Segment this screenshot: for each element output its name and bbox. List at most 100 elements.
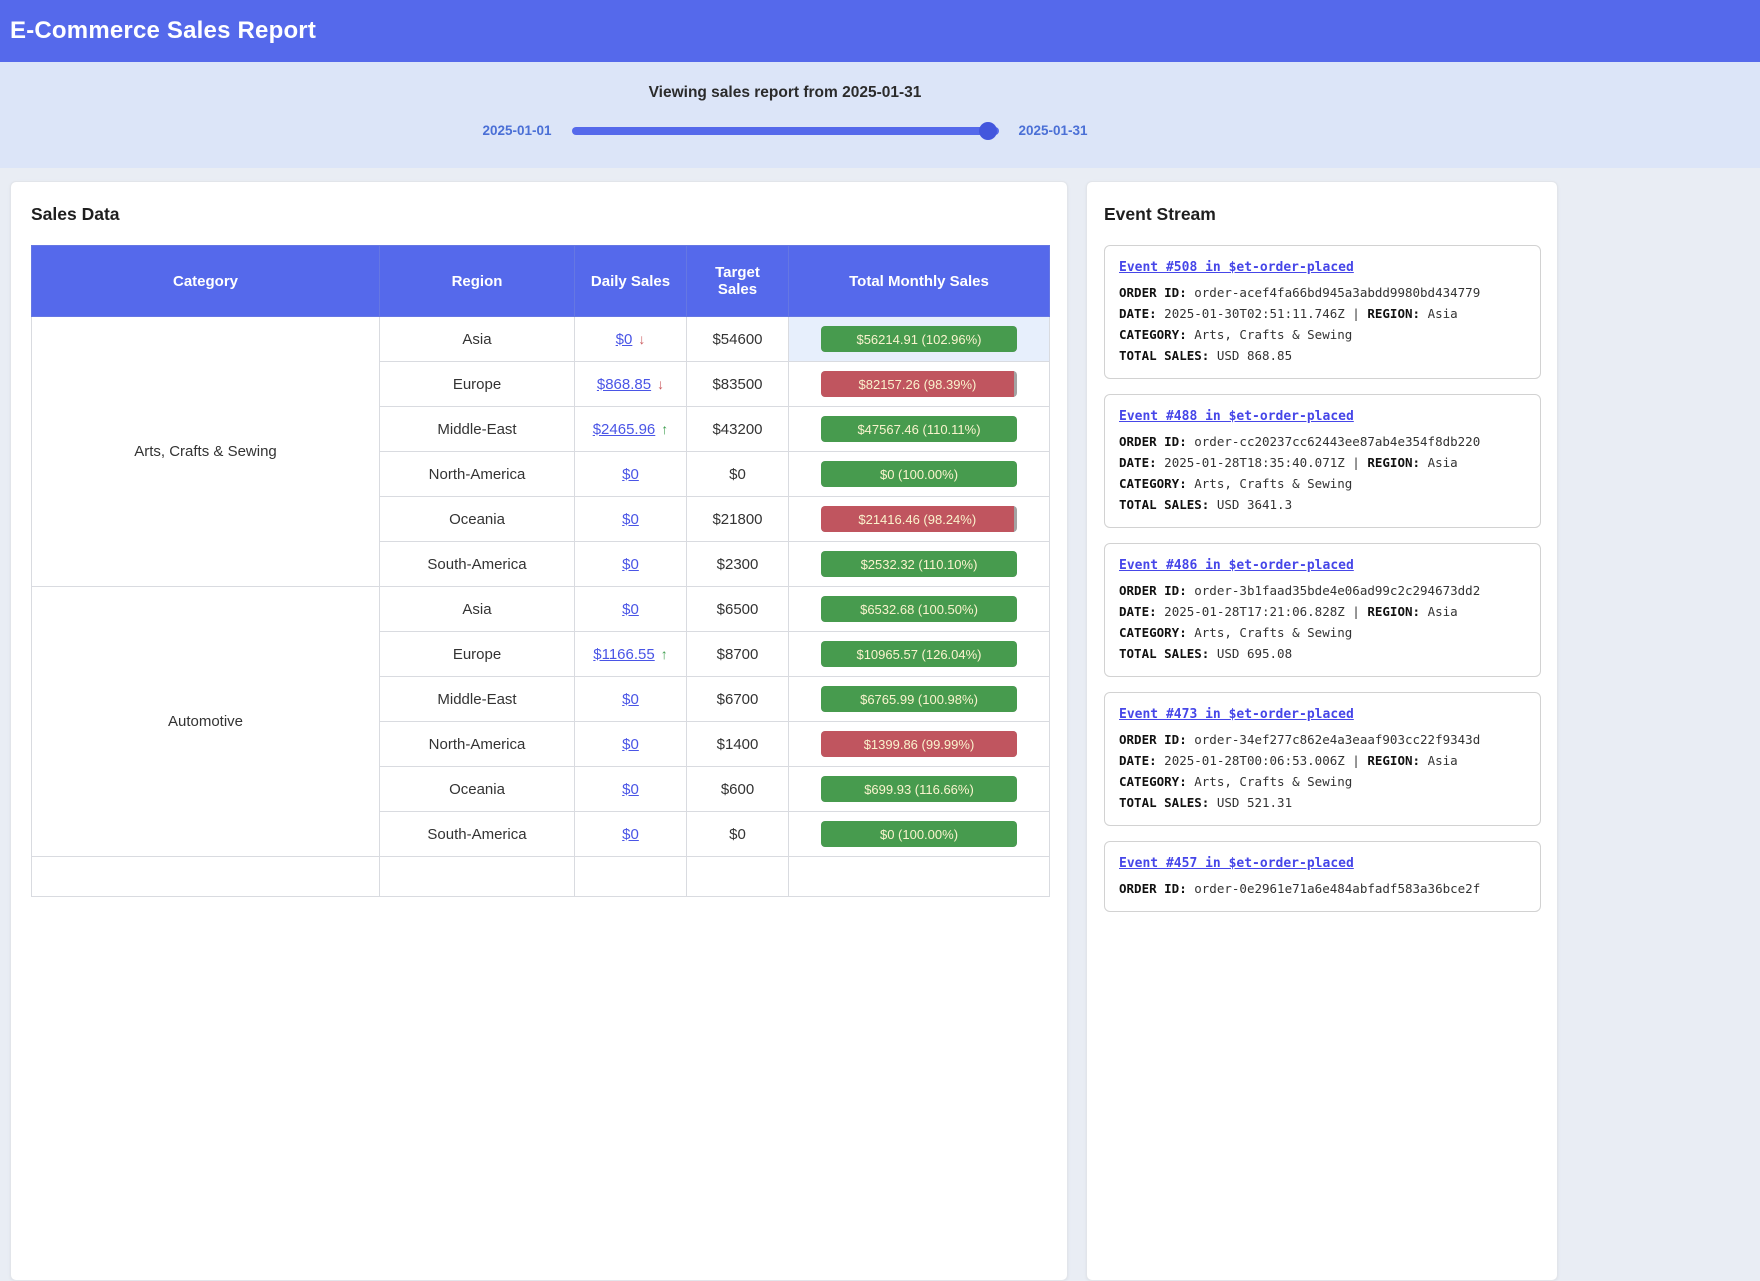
- target-sales-cell: $6700: [687, 677, 789, 722]
- region-cell: Middle-East: [380, 677, 575, 722]
- sales-progress-fill: $699.93 (116.66%): [821, 776, 1017, 802]
- slider-thumb[interactable]: [979, 122, 997, 140]
- event-card: Event #508 in $et-order-placedORDER ID: …: [1104, 245, 1541, 379]
- target-sales-cell: $54600: [687, 317, 789, 362]
- total-monthly-sales-cell: $1399.86 (99.99%): [789, 722, 1050, 767]
- daily-sales-cell: $2465.96↑: [575, 407, 687, 452]
- sales-progress-fill: $47567.46 (110.11%): [821, 416, 1017, 442]
- daily-sales-link[interactable]: $0: [622, 556, 639, 573]
- daily-sales-link[interactable]: $0: [622, 736, 639, 753]
- daily-sales-link[interactable]: $0: [622, 691, 639, 708]
- sales-progress-badge: $21416.46 (98.24%): [821, 506, 1017, 532]
- total-sales-label: TOTAL SALES:: [1119, 795, 1209, 810]
- event-total-sales-line: TOTAL SALES: USD 3641.3: [1119, 494, 1526, 515]
- date-slider[interactable]: [572, 127, 999, 135]
- sales-data-title: Sales Data: [31, 204, 1047, 225]
- event-link[interactable]: Event #508 in $et-order-placed: [1119, 260, 1354, 275]
- slider-max-label: 2025-01-31: [1019, 123, 1088, 138]
- daily-sales-cell: $0: [575, 722, 687, 767]
- order-id-label: ORDER ID:: [1119, 881, 1187, 896]
- event-total-sales-line: TOTAL SALES: USD 695.08: [1119, 643, 1526, 664]
- target-sales-cell: $83500: [687, 362, 789, 407]
- event-date-region-line: DATE: 2025-01-28T17:21:06.828Z | REGION:…: [1119, 601, 1526, 622]
- region-label: REGION:: [1367, 604, 1420, 619]
- event-stream-title: Event Stream: [1104, 204, 1541, 225]
- event-link[interactable]: Event #486 in $et-order-placed: [1119, 558, 1354, 573]
- region-cell: Middle-East: [380, 407, 575, 452]
- date-label: DATE:: [1119, 306, 1157, 321]
- total-monthly-sales-cell: $6532.68 (100.50%): [789, 587, 1050, 632]
- empty-cell: [789, 857, 1050, 897]
- target-sales-cell: $21800: [687, 497, 789, 542]
- app-header: E-Commerce Sales Report: [0, 0, 1760, 62]
- column-header-category: Category: [32, 246, 380, 317]
- category-label: CATEGORY:: [1119, 476, 1187, 491]
- daily-sales-link[interactable]: $0: [622, 601, 639, 618]
- sales-progress-fill: $10965.57 (126.04%): [821, 641, 1017, 667]
- region-label: REGION:: [1367, 306, 1420, 321]
- daily-sales-link[interactable]: $0: [622, 466, 639, 483]
- sales-progress-badge: $1399.86 (99.99%): [821, 731, 1017, 757]
- order-id-label: ORDER ID:: [1119, 732, 1187, 747]
- sales-progress-badge: $6765.99 (100.98%): [821, 686, 1017, 712]
- event-link[interactable]: Event #457 in $et-order-placed: [1119, 856, 1354, 871]
- slider-min-label: 2025-01-01: [482, 123, 551, 138]
- sales-progress-fill: $0 (100.00%): [821, 461, 1017, 487]
- viewing-report-heading: Viewing sales report from 2025-01-31: [0, 84, 1570, 102]
- sales-progress-fill: $0 (100.00%): [821, 821, 1017, 847]
- total-monthly-sales-cell: $699.93 (116.66%): [789, 767, 1050, 812]
- main-content: Sales Data Category Region Daily Sales T…: [0, 168, 1760, 1281]
- target-sales-cell: $6500: [687, 587, 789, 632]
- daily-sales-link[interactable]: $1166.55: [593, 646, 654, 663]
- event-card: Event #486 in $et-order-placed ORDER ID: …: [1104, 543, 1541, 677]
- event-order-id-line: ORDER ID: order-3b1faad35bde4e06ad99c2c2…: [1119, 580, 1526, 601]
- sales-progress-label: $82157.26 (98.39%): [859, 377, 977, 392]
- daily-sales-cell: $1166.55↑: [575, 632, 687, 677]
- sales-progress-label: $0 (100.00%): [880, 827, 958, 842]
- target-sales-cell: $43200: [687, 407, 789, 452]
- sales-progress-label: $56214.91 (102.96%): [856, 332, 981, 347]
- sales-progress-badge: $0 (100.00%): [821, 821, 1017, 847]
- total-monthly-sales-cell: $6765.99 (100.98%): [789, 677, 1050, 722]
- total-monthly-sales-cell: $82157.26 (98.39%): [789, 362, 1050, 407]
- event-order-id-line: ORDER ID: order-cc20237cc62443ee87ab4e35…: [1119, 431, 1526, 452]
- order-id-label: ORDER ID:: [1119, 434, 1187, 449]
- sales-progress-fill: $82157.26 (98.39%): [821, 371, 1014, 397]
- event-date-region-line: DATE: 2025-01-30T02:51:11.746Z | REGION:…: [1119, 303, 1526, 324]
- event-total-sales-line: TOTAL SALES: USD 521.31: [1119, 792, 1526, 813]
- event-category-line: CATEGORY: Arts, Crafts & Sewing: [1119, 622, 1526, 643]
- target-sales-cell: $0: [687, 452, 789, 497]
- target-sales-cell: $8700: [687, 632, 789, 677]
- region-cell: Europe: [380, 362, 575, 407]
- daily-sales-link[interactable]: $0: [616, 331, 633, 348]
- region-label: REGION:: [1367, 455, 1420, 470]
- daily-sales-link[interactable]: $2465.96: [593, 421, 656, 438]
- daily-sales-cell: $0: [575, 677, 687, 722]
- sales-progress-label: $6765.99 (100.98%): [860, 692, 978, 707]
- daily-sales-link[interactable]: $0: [622, 781, 639, 798]
- event-link[interactable]: Event #473 in $et-order-placed: [1119, 707, 1354, 722]
- empty-cell: [575, 857, 687, 897]
- target-sales-cell: $1400: [687, 722, 789, 767]
- daily-sales-link[interactable]: $0: [622, 826, 639, 843]
- event-category-line: CATEGORY: Arts, Crafts & Sewing: [1119, 771, 1526, 792]
- table-row: [32, 857, 1050, 897]
- daily-sales-cell: $0: [575, 452, 687, 497]
- sales-progress-badge: $2532.32 (110.10%): [821, 551, 1017, 577]
- sales-progress-label: $6532.68 (100.50%): [860, 602, 978, 617]
- event-link[interactable]: Event #488 in $et-order-placed: [1119, 409, 1354, 424]
- page-title: E-Commerce Sales Report: [10, 17, 316, 45]
- sales-progress-label: $21416.46 (98.24%): [858, 512, 976, 527]
- total-monthly-sales-cell: $21416.46 (98.24%): [789, 497, 1050, 542]
- event-card: Event #457 in $et-order-placedORDER ID: …: [1104, 841, 1541, 912]
- daily-sales-link[interactable]: $868.85: [597, 376, 651, 393]
- event-category-line: CATEGORY: Arts, Crafts & Sewing: [1119, 324, 1526, 345]
- date-label: DATE:: [1119, 753, 1157, 768]
- event-stream-panel: Event Stream Event #508 in $et-order-pla…: [1086, 181, 1558, 1281]
- region-cell: North-America: [380, 452, 575, 497]
- column-header-total-monthly-sales: Total Monthly Sales: [789, 246, 1050, 317]
- table-row: Arts, Crafts & SewingAsia$0↓$54600$56214…: [32, 317, 1050, 362]
- total-monthly-sales-cell: $0 (100.00%): [789, 812, 1050, 857]
- date-slider-row: 2025-01-01 2025-01-31: [0, 123, 1570, 138]
- daily-sales-link[interactable]: $0: [622, 511, 639, 528]
